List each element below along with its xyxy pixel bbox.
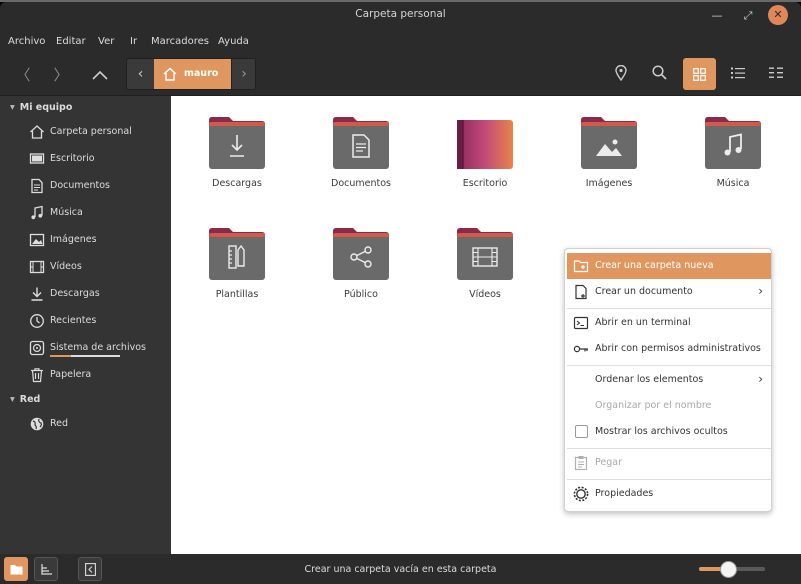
menu-item-open-terminal[interactable]: Abrir en un terminal [567,310,771,336]
submenu-chevron-icon: › [758,284,763,298]
folder-documentos[interactable] [333,117,389,169]
folder-label: Música [716,178,750,189]
disk-usage-bar [50,355,120,357]
sidebar-item-musica[interactable]: Música [0,200,171,226]
path-forward-icon[interactable]: › [231,59,256,89]
forward-icon[interactable]: 〉 [46,60,76,90]
video-icon [472,247,498,267]
music-icon [724,133,742,156]
folder-label: Documentos [331,178,391,189]
menu-item-organize-by-name: Organizar por el nombre [595,400,712,411]
document-icon [352,134,370,158]
video-icon [29,260,45,274]
context-menu: Crear una carpeta nueva Crear un documen… [564,248,772,512]
folder-videos[interactable] [457,228,513,280]
sidebar-section-mi-equipo[interactable]: ▾ Mi equipo [10,102,72,113]
gear-icon [573,486,589,502]
new-document-icon [575,284,587,300]
download-icon [230,135,244,157]
menu-separator [567,448,771,449]
grid-view-button[interactable] [683,58,716,90]
clock-icon [30,314,44,328]
menu-marcadores[interactable]: Marcadores [151,36,209,47]
folder-label: Vídeos [469,289,501,300]
globe-icon [30,417,44,431]
menu-editar[interactable]: Editar [56,36,86,47]
sidebar-item-videos[interactable]: Vídeos [0,254,171,280]
image-icon [29,233,45,247]
menu-ayuda[interactable]: Ayuda [218,36,249,47]
menu-item-paste: Pegar [567,450,771,476]
folder-musica[interactable] [705,117,761,169]
sidebar-item-documentos[interactable]: Documentos [0,173,171,199]
menu-ir[interactable]: Ir [130,36,137,47]
template-icon [228,244,245,269]
menu-bar [0,30,801,54]
disk-icon [29,340,45,356]
menu-item-properties[interactable]: Propiedades [567,481,771,507]
menu-separator [567,308,771,309]
folder-descargas[interactable] [209,117,265,169]
path-bar: ‹ mauro › [126,58,256,90]
path-back-icon[interactable]: ‹ [127,59,154,89]
compact-view-icon[interactable] [761,58,791,88]
up-icon[interactable] [85,60,115,90]
desktop-icon [29,153,45,164]
folder-label: Escritorio [462,178,508,189]
list-view-icon[interactable] [723,58,753,88]
checkbox[interactable] [575,425,588,438]
path-home-button[interactable]: mauro [154,59,231,89]
menu-separator [567,365,771,366]
trash-icon [31,368,43,383]
image-icon [596,139,622,156]
folder-publico[interactable] [333,228,389,280]
menu-item-new-folder[interactable]: Crear una carpeta nueva [567,253,771,279]
folder-label: Imágenes [585,178,633,189]
search-icon[interactable] [644,58,674,88]
folder-imagenes[interactable] [581,117,637,169]
back-icon[interactable]: 〈 [8,60,38,90]
grid-icon [693,68,706,81]
location-icon[interactable] [606,58,636,88]
download-icon [31,287,43,301]
folder-escritorio[interactable] [457,117,513,169]
sidebar-item-recientes[interactable]: Recientes [0,308,171,334]
share-icon [350,246,372,268]
sidebar-item-red[interactable]: Red [0,411,171,437]
path-current-label: mauro [184,68,219,79]
menu-item-open-admin[interactable]: Abrir con permisos administrativos [567,336,771,362]
folder-label: Público [344,289,378,300]
sidebar-item-carpeta-personal[interactable]: Carpeta personal [0,119,171,145]
sidebar-item-descargas[interactable]: Descargas [0,281,171,307]
folder-label: Plantillas [215,289,259,300]
paste-icon [574,456,588,471]
menu-separator [567,479,771,480]
folder-plantillas[interactable] [209,228,265,280]
sidebar-item-papelera[interactable]: Papelera [0,362,171,388]
submenu-chevron-icon: › [758,372,763,386]
menu-item-show-hidden[interactable]: Mostrar los archivos ocultos [567,419,771,445]
menu-ver[interactable]: Ver [98,36,114,47]
menu-archivo[interactable]: Archivo [8,36,45,47]
home-icon [30,125,44,139]
menu-item-sort[interactable]: Ordenar los elementos › [567,367,771,393]
folder-label: Descargas [212,178,262,189]
sidebar-item-sistema-de-archivos[interactable]: Sistema de archivos [0,335,171,361]
status-text: Crear una carpeta vacía en esta carpeta [304,564,497,575]
minimize-button[interactable]: — [706,5,728,27]
toolbar [0,54,801,96]
menu-item-new-document[interactable]: Crear un documento › [567,279,771,305]
close-button[interactable]: ✕ [768,5,788,25]
home-icon [163,67,177,81]
sidebar-section-red[interactable]: ▾ Red [10,394,40,405]
maximize-button[interactable]: ⤢ [737,5,759,27]
document-icon [31,178,43,194]
sidebar-item-escritorio[interactable]: Escritorio [0,146,171,172]
window-title: Carpeta personal [355,8,446,20]
key-icon [573,345,588,353]
terminal-icon [573,316,589,330]
music-icon [31,205,43,220]
new-folder-icon [573,260,589,273]
sidebar-item-imagenes[interactable]: Imágenes [0,227,171,253]
